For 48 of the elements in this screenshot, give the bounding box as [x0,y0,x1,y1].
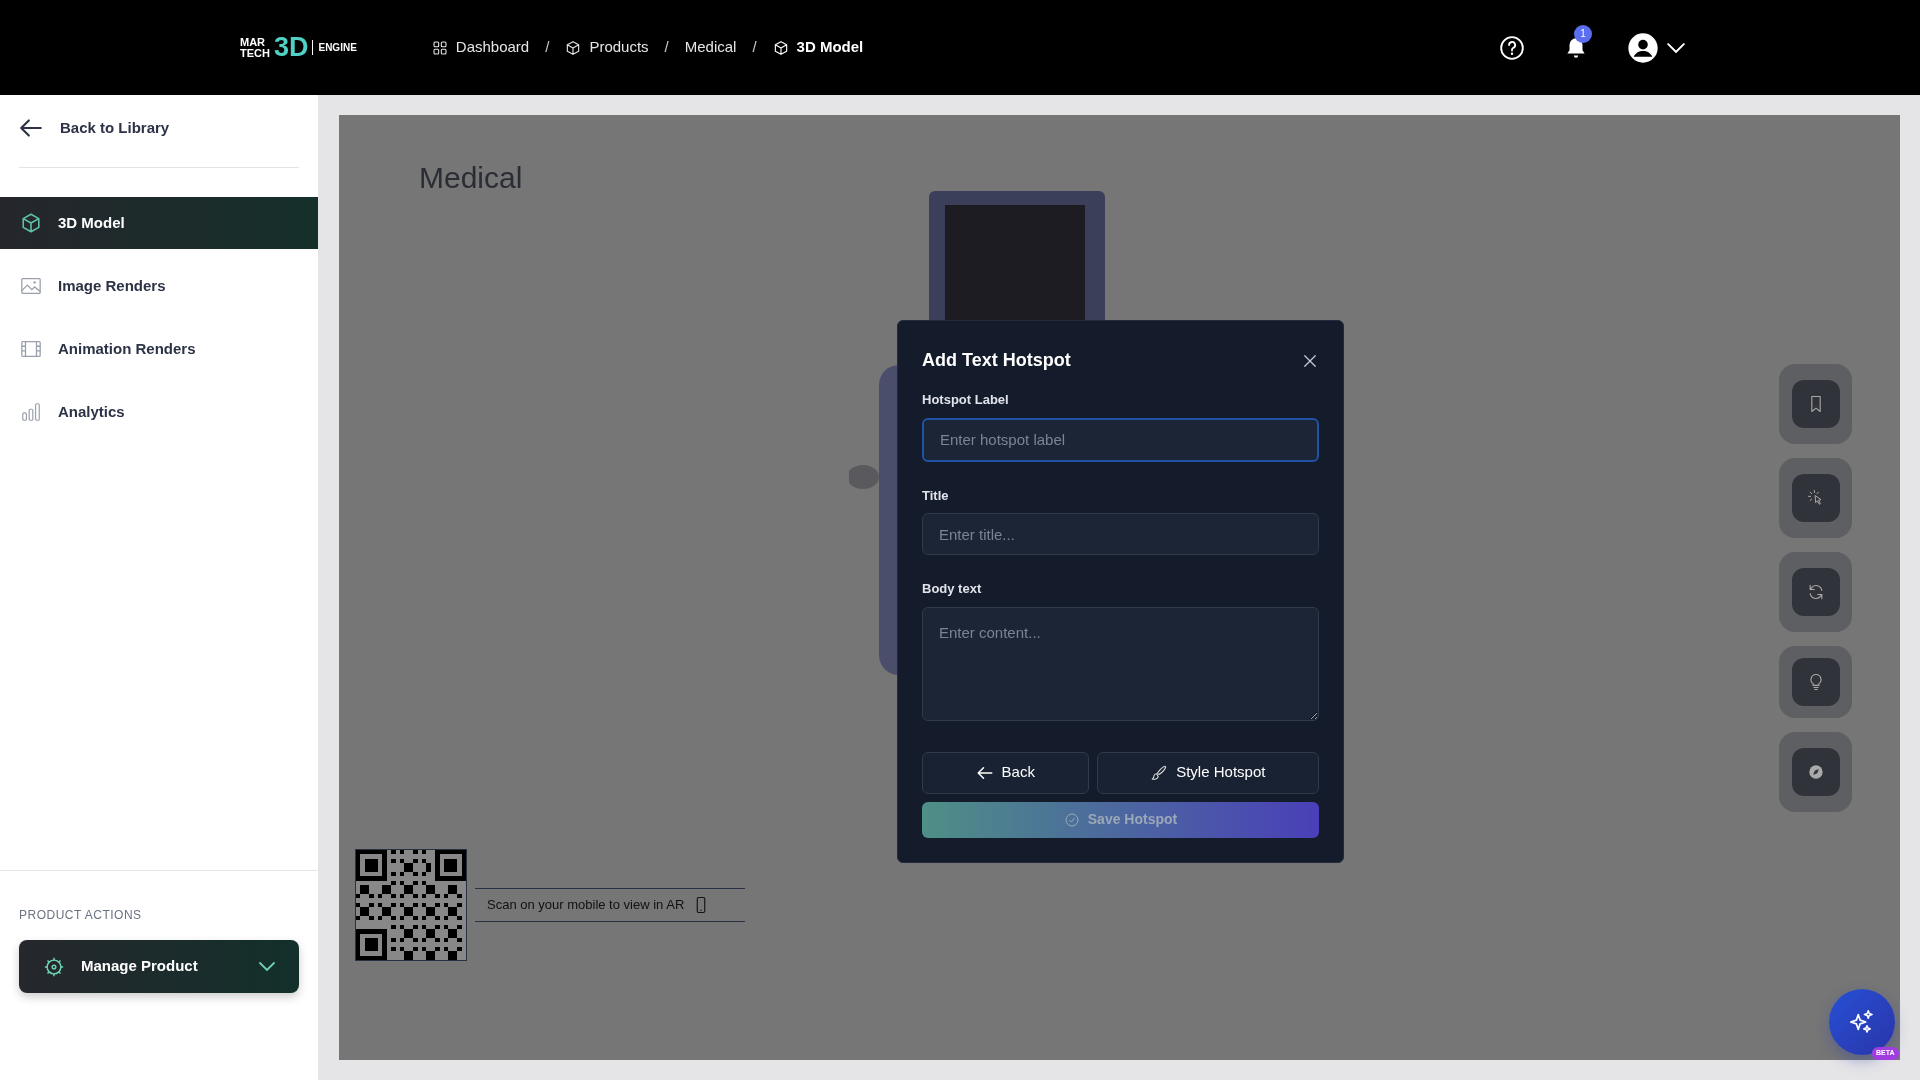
bar-chart-icon [20,401,42,423]
manage-product-button[interactable]: Manage Product [19,940,299,993]
sidebar-item[interactable]: Animation Renders [0,323,318,375]
gear-icon [43,955,65,978]
chevron-down-icon[interactable] [1667,42,1685,53]
toolbar-button[interactable] [1791,748,1840,796]
logo-text: TECH [240,47,270,59]
field-label: Hotspot Label [922,391,1010,409]
field-label: Body text [922,580,983,598]
breadcrumb-link[interactable]: Products [565,36,649,59]
chevron-down-icon [259,962,275,971]
field-label: Title [922,486,950,505]
cube-icon [20,212,42,234]
image-icon [20,275,42,297]
qr-caption: Scan on your mobile to view in AR [487,896,685,915]
breadcrumb-separator: / [664,37,669,58]
breadcrumb-separator: / [545,37,550,58]
notification-count: 1 [1574,24,1592,43]
avatar-icon[interactable] [1627,31,1659,64]
input-field[interactable]: Enter title... [922,513,1319,555]
back-link[interactable]: Back to Library [18,115,318,141]
brush-icon [1150,763,1169,782]
help-icon[interactable] [1499,34,1525,61]
toolbar-button[interactable] [1791,380,1840,428]
logo-text: MAR [240,36,267,48]
toolbar-button[interactable] [1791,658,1840,706]
logo-mark: 3D [273,34,309,61]
toolbar-button[interactable] [1791,568,1840,616]
breadcrumb-separator: / [752,37,757,58]
cube-icon [565,39,582,56]
sidebar-item[interactable]: 3D Model [0,197,318,249]
breadcrumb-link[interactable]: 3D Model [772,36,864,59]
text-area[interactable]: Enter content... [922,606,1319,721]
modal-button[interactable]: Back [922,751,1089,794]
modal-button[interactable]: Style Hotspot [1096,751,1319,794]
film-icon [20,338,42,360]
grid-icon [431,39,448,56]
logo-text: ENGINE [312,40,357,55]
sidebar-item[interactable]: Analytics [0,386,318,438]
breadcrumb-link[interactable]: Dashboard [431,36,530,59]
check-circle-icon [1063,811,1080,828]
section-heading: PRODUCT ACTIONS [19,907,143,924]
breadcrumb-link[interactable]: Medical [684,36,737,59]
modal-title: Add Text Hotspot [922,349,1071,372]
cube-icon [772,39,789,56]
page-title: Medical [419,161,523,194]
input-field[interactable]: Enter hotspot label [922,417,1319,462]
sidebar-item[interactable]: Image Renders [0,260,318,312]
